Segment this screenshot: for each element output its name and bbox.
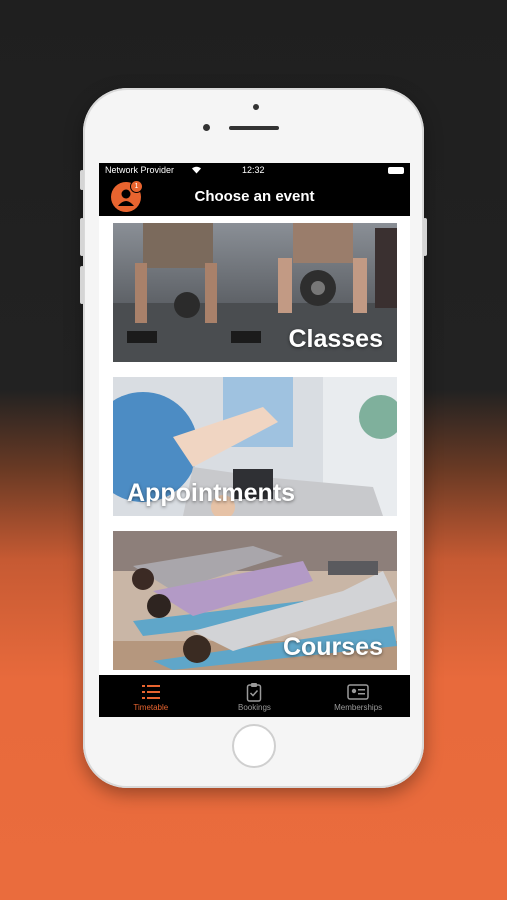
event-list: Classes Appointments Courses [99,216,410,670]
tab-memberships[interactable]: Memberships [308,675,408,717]
volume-down-button [80,266,84,304]
carrier-label: Network Provider [105,165,175,175]
id-card-icon [308,681,408,703]
event-label: Classes [288,325,383,353]
front-camera [253,104,259,110]
tab-bookings[interactable]: Bookings [204,675,304,717]
list-icon [101,681,201,703]
tab-label: Bookings [238,703,271,712]
tab-label: Memberships [334,703,383,712]
mute-switch [80,170,84,190]
camera-dot [203,124,210,131]
app-screen: Network Provider 12:32 1 Choose an event [99,163,410,717]
event-card-appointments[interactable]: Appointments [113,377,397,516]
earpiece-speaker [229,126,279,130]
event-label: Courses [282,633,383,661]
tab-timetable[interactable]: Timetable [101,675,201,717]
event-card-classes[interactable]: Classes [113,223,397,362]
volume-up-button [80,218,84,256]
event-label: Appointments [127,479,296,507]
nav-bar: 1 Choose an event [99,178,410,216]
clock: 12:32 [242,165,265,175]
home-button[interactable] [232,724,276,768]
page-title: Choose an event [194,188,315,205]
phone-frame: Network Provider 12:32 1 Choose an event [80,88,427,788]
wifi-icon [191,165,202,176]
power-button [423,218,427,256]
tab-bar: Timetable Bookings Memberships [99,675,410,717]
battery-icon [388,167,404,174]
status-bar: Network Provider 12:32 [99,163,410,178]
clipboard-icon [204,681,304,703]
event-card-courses[interactable]: Courses [113,531,397,670]
tab-label: Timetable [133,703,169,712]
